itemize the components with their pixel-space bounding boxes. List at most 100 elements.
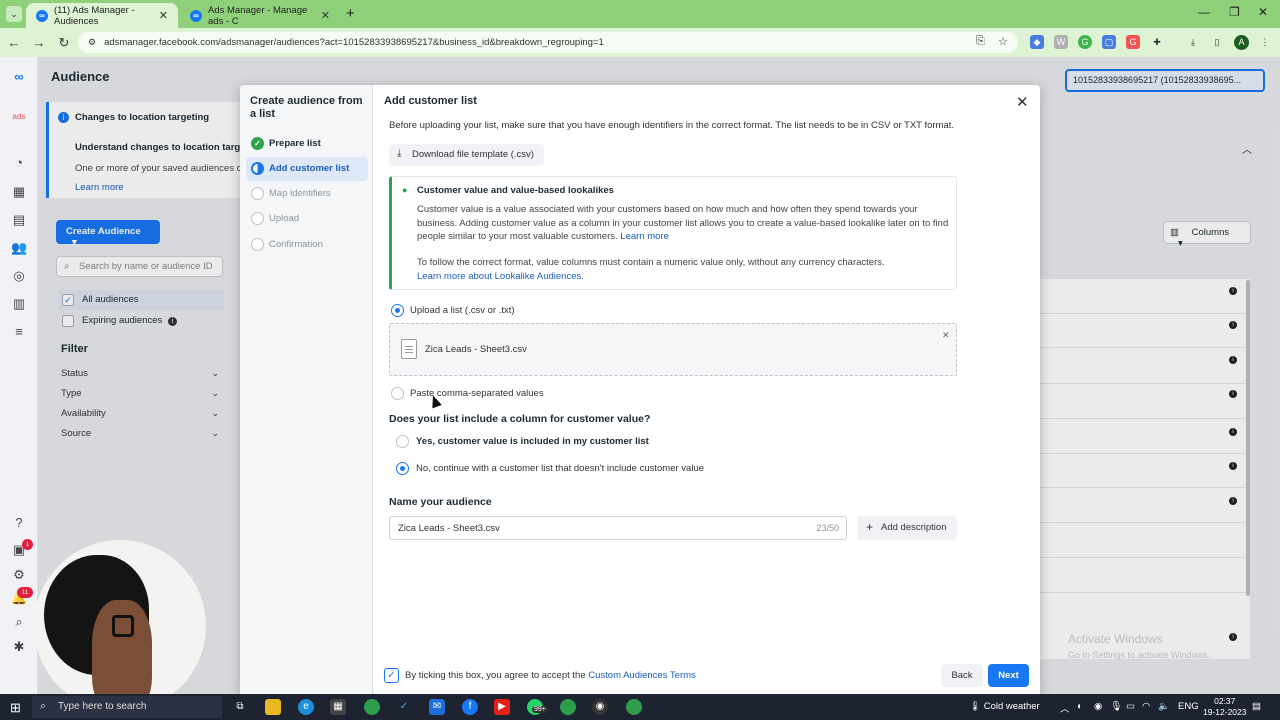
events-icon[interactable]: ◎ [11, 268, 27, 284]
extension-icon[interactable]: ▢ [1102, 35, 1116, 49]
windows-start-icon[interactable]: ⊞ [10, 700, 21, 716]
empty-circle-icon [251, 212, 264, 225]
close-tab-icon[interactable]: ✕ [159, 9, 168, 22]
task-view-icon[interactable]: ⧉ [232, 699, 248, 715]
notification-center-icon[interactable]: ▤ [1252, 701, 1261, 712]
remove-file-icon[interactable]: ✕ [942, 330, 950, 341]
step-label: Map identifiers [269, 188, 331, 199]
downloads-icon[interactable]: ⤓ [1186, 35, 1200, 49]
language-indicator[interactable]: ENG [1178, 701, 1199, 712]
learn-more-link[interactable]: Learn more [620, 231, 669, 242]
download-template-button[interactable]: ⤓ Download file template (.csv) [389, 144, 544, 166]
notice-format-text: To follow the correct format, value colu… [417, 256, 953, 283]
file-explorer-icon[interactable] [265, 699, 281, 715]
file-dropzone[interactable]: Zica Leads - Sheet3.csv ✕ [389, 323, 957, 376]
close-dialog-icon[interactable]: ✕ [1016, 93, 1029, 111]
audience-name-input[interactable]: Zica Leads - Sheet3.csv 23/50 [389, 516, 847, 540]
tab-label: (11) Ads Manager - Audiences [54, 4, 135, 27]
windows-taskbar: ⊞ ⌕ Type here to search ⧉ e ▦ ✓ ✉ f ▶ 99… [0, 694, 1280, 720]
chrome-icon[interactable] [626, 699, 642, 715]
step-label: Upload [269, 213, 300, 224]
value-yes-radio[interactable] [396, 435, 409, 448]
chrome-icon[interactable] [560, 699, 576, 715]
catalog-icon[interactable]: ▥ [11, 296, 27, 312]
value-yes-label[interactable]: Yes, customer value is included in my cu… [416, 436, 649, 447]
menu-icon[interactable]: ≡ [11, 324, 27, 340]
youtube-icon[interactable]: ▶ [494, 699, 510, 715]
maximize-icon[interactable]: ❐ [1229, 5, 1240, 19]
forward-arrow-icon[interactable]: → [28, 35, 50, 50]
battery-icon[interactable]: ▭ [1126, 701, 1135, 712]
meta-logo-icon[interactable]: ∞ [11, 69, 27, 85]
download-template-label: Download file template (.csv) [412, 149, 534, 160]
tab-ads-manager-manage-ads[interactable]: ∞ Ads Manager - Manage ads - C ✕ [180, 3, 340, 28]
volume-icon[interactable]: 🔈 [1158, 701, 1170, 712]
audiences-icon[interactable]: 👥 [11, 240, 27, 256]
lightbulb-icon: ● [402, 185, 408, 195]
pages-icon[interactable]: ▤ [11, 212, 27, 228]
reload-icon[interactable]: ↻ [53, 35, 75, 51]
close-window-icon[interactable]: ✕ [1258, 5, 1268, 19]
chrome-icon[interactable] [364, 699, 380, 715]
bug-icon[interactable]: ✱ [11, 639, 27, 655]
ads-icon[interactable]: ads [11, 109, 27, 125]
step-add-customer-list[interactable]: Add customer list [246, 157, 368, 181]
back-arrow-icon[interactable]: ← [3, 35, 25, 50]
add-description-label: Add description [881, 522, 947, 533]
upload-list-radio[interactable] [391, 304, 404, 317]
wifi-icon[interactable]: ◠ [1142, 701, 1150, 712]
step-prepare-list[interactable]: ✓ Prepare list [246, 132, 368, 156]
tray-app-icon[interactable]: ◐ [1077, 701, 1083, 712]
dashboard-icon[interactable]: ◔ [11, 155, 27, 171]
search-icon[interactable]: ⌕ [11, 614, 27, 630]
extension-icon[interactable]: G [1078, 35, 1092, 49]
lookalike-learn-more-link[interactable]: Learn more about Lookalike Audiences. [417, 271, 584, 282]
browser-toolbar: ← → ↻ ⚙ adsmanager.facebook.com/adsmanag… [0, 28, 1280, 57]
table-icon[interactable]: ▦ [11, 184, 27, 200]
close-tab-icon[interactable]: ✕ [321, 9, 330, 22]
extension-icon[interactable]: ◆ [1030, 35, 1044, 49]
meta-favicon-icon: ∞ [36, 9, 48, 22]
value-no-radio[interactable] [396, 462, 409, 475]
notice-body-text: Customer value is a value associated wit… [417, 204, 949, 242]
site-info-icon[interactable]: ⚙ [88, 37, 96, 48]
side-panel-icon[interactable]: ▯ [1210, 35, 1224, 49]
search-icon: ⌕ [40, 700, 47, 712]
back-button[interactable]: Back [941, 664, 983, 687]
terms-checkbox[interactable]: ✓ [384, 668, 399, 683]
upload-list-label[interactable]: Upload a list (.csv or .txt) [410, 305, 515, 316]
new-tab-button[interactable]: + [346, 5, 355, 22]
taskbar-clock[interactable]: 02:37 19-12-2023 [1203, 696, 1246, 718]
next-button[interactable]: Next [988, 664, 1029, 687]
bookmark-star-icon[interactable]: ☆ [998, 35, 1008, 48]
mail-icon[interactable]: ✉ [429, 699, 445, 715]
help-icon[interactable]: ? [11, 515, 27, 531]
tab-search-icon[interactable]: ⌄ [6, 6, 22, 22]
extension-icon[interactable]: G [1126, 35, 1140, 49]
install-app-icon[interactable]: ⎘ [976, 35, 985, 48]
facebook-icon[interactable]: f [462, 699, 478, 715]
value-no-label[interactable]: No, continue with a customer list that d… [416, 463, 704, 474]
webcam-overlay [34, 540, 206, 712]
tab-ads-manager-audiences[interactable]: ∞ (11) Ads Manager - Audiences ✕ [26, 3, 178, 28]
custom-audiences-terms-link[interactable]: Custom Audiences Terms [588, 670, 696, 681]
obs-icon[interactable]: ◉ [592, 699, 608, 715]
add-description-button[interactable]: + Add description [857, 516, 957, 540]
tray-chevron-icon[interactable]: ︿ [1060, 701, 1070, 715]
minimize-icon[interactable]: — [1198, 5, 1210, 19]
browser-menu-icon[interactable]: ⋮ [1258, 35, 1272, 49]
settings-gear-icon[interactable]: ⚙ [11, 567, 27, 583]
tray-network-icon[interactable]: ◉ [1094, 701, 1102, 712]
extensions-puzzle-icon[interactable]: ✚ [1150, 35, 1164, 49]
paste-values-radio[interactable] [391, 387, 404, 400]
notice-body: Customer value is a value associated wit… [417, 203, 953, 244]
address-bar[interactable]: ⚙ adsmanager.facebook.com/adsmanager/aud… [78, 32, 1018, 53]
microphone-icon[interactable]: 🎙 [1110, 701, 1122, 712]
profile-avatar[interactable]: A [1234, 35, 1249, 50]
edge-icon[interactable]: e [298, 699, 314, 715]
taskbar-search[interactable]: ⌕ Type here to search [32, 696, 222, 718]
extension-icon[interactable]: W [1054, 35, 1068, 49]
store-icon[interactable]: ▦ [330, 699, 346, 715]
weather-widget[interactable]: 🌡 Cold weather [969, 701, 1040, 712]
todo-icon[interactable]: ✓ [396, 699, 412, 715]
